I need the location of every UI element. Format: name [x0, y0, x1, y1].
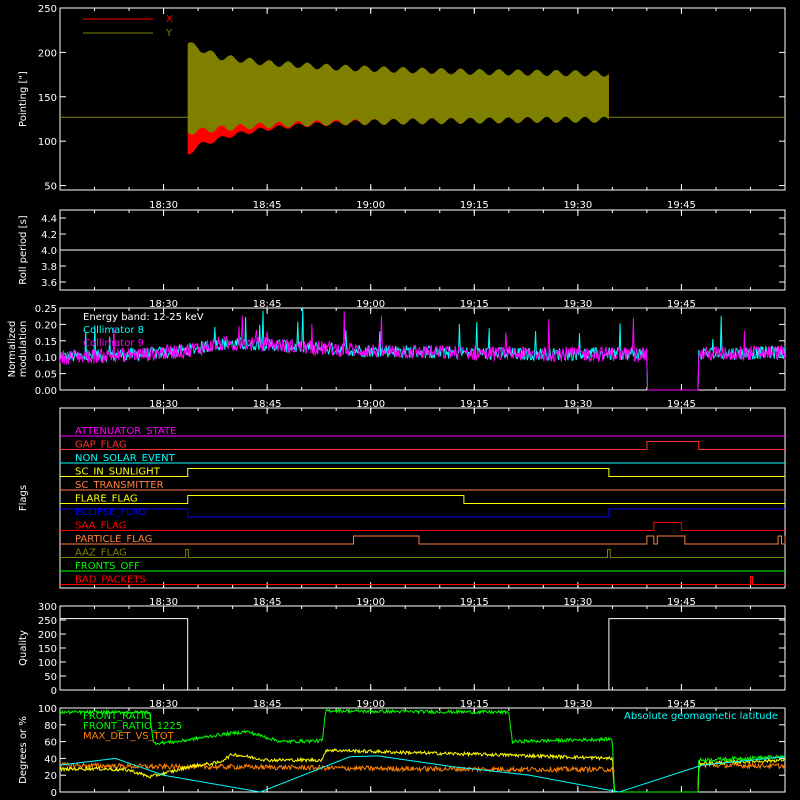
flags-panel: 18:30 18:45 19:00 19:15 19:30 19:45FlagsATTEN…: [18, 407, 786, 608]
flag-label-particle-flag: PARTICLE_FLAG: [75, 534, 152, 545]
flag-label-eclipse-flag: ECLIPSE_FLAG: [75, 507, 146, 518]
x-tick-label: 19:15: [460, 200, 489, 211]
flag-aaz-flag-line: [60, 549, 785, 558]
legend-geomagnetic-latitude: Absolute geomagnetic latitude: [624, 711, 778, 722]
flag-flare-flag-line: [60, 495, 785, 504]
modulation-panel: 18:30 18:45 19:00 19:15 19:30 19:450.000.050.…: [7, 304, 786, 410]
y-tick-label: 60: [44, 738, 57, 749]
y-tick-label: 150: [38, 644, 57, 655]
flag-label-non-solar-event: NON_SOLAR_EVENT: [75, 453, 176, 464]
flag-bad-packets-line: [60, 576, 785, 585]
ratios-panel: 020406080100Degrees or % FRONT_RATIOFRONT…: [18, 704, 786, 799]
flag-label-sc-in-sunlight: SC_IN_SUNLIGHT: [75, 467, 161, 478]
x-tick-label: 19:30: [563, 200, 592, 211]
legend-x: X: [166, 14, 173, 25]
flag-saa-flag-line: [60, 522, 785, 531]
y-tick-label: 0.10: [35, 353, 57, 364]
series-max-det-vs-tot: [59, 761, 786, 793]
y-axis-label: Degrees or %: [18, 716, 29, 784]
y-tick-label: 4.2: [41, 230, 57, 241]
series-front-ratio-1225: [59, 748, 786, 793]
y-axis-label-line: modulation: [18, 321, 29, 378]
flag-label-aaz-flag: AAZ_FLAG: [75, 548, 127, 559]
y-tick-label: 3.8: [41, 262, 57, 273]
y-tick-label: 100: [38, 658, 57, 669]
y-tick-label: 0: [51, 788, 57, 799]
flag-label-sc-transmitter: SC_TRANSMITTER: [75, 480, 164, 491]
y-tick-label: 100: [38, 704, 57, 715]
y-axis-label: Quality: [18, 630, 29, 666]
series-y-band: [187, 42, 609, 135]
y-tick-label: 3.6: [41, 278, 57, 289]
series-collimator-9: [59, 311, 786, 391]
y-tick-label: 4.4: [41, 214, 57, 225]
y-tick-label: 250: [38, 4, 57, 15]
legend-collimator-9: Collimator 9: [83, 338, 144, 349]
flag-gap-flag-line: [60, 441, 785, 450]
y-tick-label: 80: [44, 721, 57, 732]
pointing-panel: 18:30 18:45 19:00 19:15 19:30 19:45 50 100 150 20…: [18, 4, 786, 211]
x-tick-label: 18:30: [149, 200, 178, 211]
energy-band-label: Energy band: 12-25 keV: [83, 312, 204, 323]
y-axis-label-line: Normalized: [7, 321, 18, 378]
y-tick-label: 150: [38, 93, 57, 104]
y-axis-label: Normalizedmodulation: [7, 321, 29, 378]
legend-collimator-8: Collimator 8: [83, 325, 144, 336]
flag-eclipse-flag-line: [60, 508, 785, 518]
y-tick-label: 50: [44, 182, 57, 193]
y-tick-label: 250: [38, 616, 57, 627]
quality-line: [60, 618, 785, 691]
y-tick-label: 0: [51, 686, 57, 697]
y-tick-label: 20: [44, 771, 57, 782]
y-tick-label: 100: [38, 137, 57, 148]
flag-label-saa-flag: SAA_FLAG: [75, 521, 126, 532]
flag-sc-in-sunlight-line: [60, 468, 785, 477]
y-tick-label: 0.05: [35, 370, 57, 381]
hessi-observing-summary: 18:30 18:45 19:00 19:15 19:30 19:45 50 100 150 20…: [7, 4, 786, 799]
y-axis-label: Pointing ["]: [18, 71, 29, 127]
x-tick-label: 19:45: [667, 200, 696, 211]
flag-label-flare-flag: FLARE_FLAG: [75, 494, 138, 505]
flag-label-attenuator-state: ATTENUATOR_STATE: [75, 426, 176, 437]
y-axis-label: Roll period [s]: [18, 215, 29, 284]
roll-period-panel: 18:30 18:45 19:00 19:15 19:30 19:453.63.84.04…: [18, 209, 786, 310]
y-tick-label: 0.20: [35, 320, 57, 331]
quality-panel: 18:30 18:45 19:00 19:15 19:30 19:450501001502…: [18, 602, 786, 710]
flag-particle-flag-line: [60, 535, 786, 545]
legend-y: Y: [165, 28, 173, 39]
x-tick-label: 19:00: [356, 200, 385, 211]
y-tick-label: 300: [38, 602, 57, 613]
y-tick-label: 200: [38, 630, 57, 641]
y-tick-label: 200: [38, 48, 57, 59]
flag-label-bad-packets: BAD_PACKETS: [75, 575, 146, 586]
y-tick-label: 4.0: [41, 246, 57, 257]
series-absolute-geomagnetic-latitude: [59, 755, 786, 793]
y-tick-label: 0.00: [35, 386, 57, 397]
y-tick-label: 0.25: [35, 304, 57, 315]
y-tick-label: 40: [44, 754, 57, 765]
y-tick-label: 50: [44, 672, 57, 683]
y-axis-label: Flags: [18, 485, 29, 511]
flag-label-fronts-off: FRONTS_OFF: [75, 561, 140, 572]
y-tick-label: 0.15: [35, 337, 57, 348]
legend-max-det-vs-tot: MAX_DET_VS_TOT: [83, 731, 175, 742]
flag-label-gap-flag: GAP_FLAG: [75, 440, 127, 451]
x-tick-label: 18:45: [253, 200, 282, 211]
